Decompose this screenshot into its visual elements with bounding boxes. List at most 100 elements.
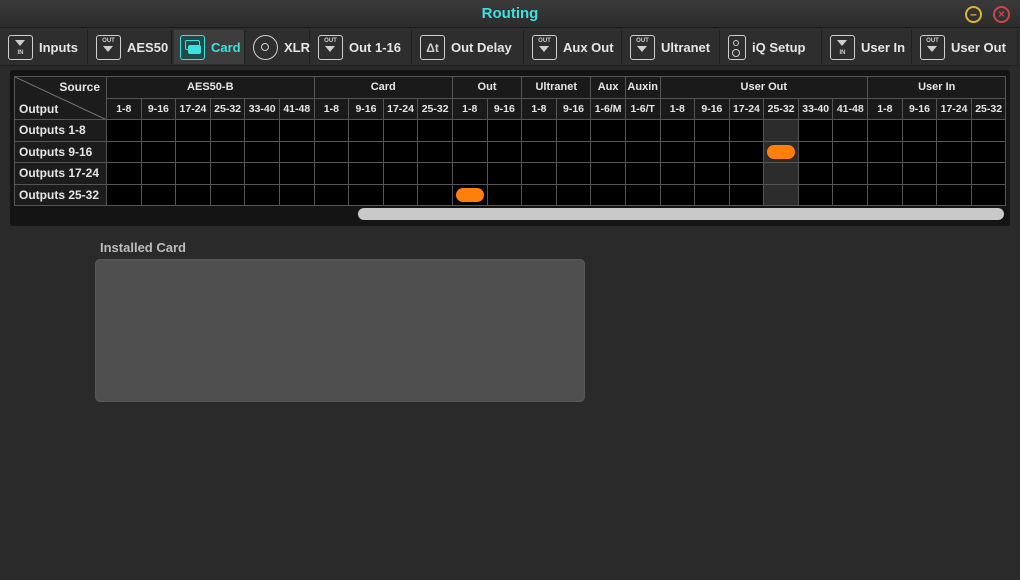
tab-out-delay[interactable]: Δt Out Delay bbox=[414, 30, 524, 64]
routing-cell[interactable] bbox=[140, 183, 177, 206]
routing-cell[interactable] bbox=[728, 119, 765, 142]
routing-cell[interactable] bbox=[728, 162, 765, 185]
horizontal-scrollbar[interactable] bbox=[358, 208, 1004, 220]
routing-cell[interactable] bbox=[624, 140, 661, 163]
routing-cell[interactable] bbox=[936, 162, 972, 185]
routing-cell[interactable] bbox=[313, 183, 350, 206]
routing-cell[interactable] bbox=[486, 162, 523, 185]
routing-cell[interactable] bbox=[382, 183, 419, 206]
route-active-indicator[interactable] bbox=[767, 144, 796, 159]
routing-cell[interactable] bbox=[555, 162, 592, 185]
routing-cell[interactable] bbox=[659, 140, 696, 163]
routing-cell[interactable] bbox=[797, 183, 834, 206]
routing-cell[interactable] bbox=[867, 119, 903, 142]
tab-aes50[interactable]: OUT AES50 bbox=[90, 30, 172, 64]
routing-cell[interactable] bbox=[901, 119, 938, 142]
tab-xlr[interactable]: XLR bbox=[247, 30, 310, 64]
routing-cell[interactable] bbox=[797, 162, 834, 185]
routing-cell[interactable] bbox=[970, 140, 1007, 163]
routing-cell[interactable] bbox=[313, 119, 350, 142]
routing-cell[interactable] bbox=[348, 119, 384, 142]
routing-cell[interactable] bbox=[244, 119, 280, 142]
routing-cell[interactable] bbox=[209, 140, 246, 163]
routing-cell[interactable] bbox=[244, 162, 280, 185]
routing-cell[interactable] bbox=[970, 162, 1007, 185]
routing-cell[interactable] bbox=[763, 162, 799, 185]
routing-cell[interactable] bbox=[348, 183, 384, 206]
routing-cell[interactable] bbox=[417, 183, 453, 206]
tab-aux-out[interactable]: OUT Aux Out bbox=[526, 30, 622, 64]
routing-cell[interactable] bbox=[832, 140, 869, 163]
routing-cell[interactable] bbox=[728, 140, 765, 163]
routing-cell[interactable] bbox=[694, 183, 730, 206]
tab-ultranet[interactable]: OUT Ultranet bbox=[624, 30, 720, 64]
routing-cell[interactable] bbox=[936, 119, 972, 142]
tab-out-1-16[interactable]: OUT Out 1-16 bbox=[312, 30, 412, 64]
routing-cell[interactable] bbox=[901, 140, 938, 163]
tab-card[interactable]: Card bbox=[174, 30, 245, 64]
routing-cell[interactable] bbox=[140, 162, 177, 185]
routing-cell[interactable] bbox=[694, 140, 730, 163]
routing-cell[interactable] bbox=[832, 119, 869, 142]
routing-cell[interactable] bbox=[901, 162, 938, 185]
routing-cell[interactable] bbox=[106, 162, 142, 185]
routing-cell[interactable] bbox=[451, 183, 488, 206]
routing-cell[interactable] bbox=[624, 162, 661, 185]
routing-cell[interactable] bbox=[728, 183, 765, 206]
routing-cell[interactable] bbox=[659, 162, 696, 185]
routing-cell[interactable] bbox=[797, 119, 834, 142]
routing-cell[interactable] bbox=[521, 119, 557, 142]
routing-cell[interactable] bbox=[867, 140, 903, 163]
routing-cell[interactable] bbox=[970, 119, 1007, 142]
routing-cell[interactable] bbox=[486, 119, 523, 142]
routing-cell[interactable] bbox=[278, 183, 315, 206]
routing-cell[interactable] bbox=[486, 140, 523, 163]
routing-cell[interactable] bbox=[590, 162, 626, 185]
routing-cell[interactable] bbox=[382, 140, 419, 163]
routing-cell[interactable] bbox=[175, 140, 211, 163]
routing-cell[interactable] bbox=[348, 140, 384, 163]
routing-cell[interactable] bbox=[313, 162, 350, 185]
routing-cell[interactable] bbox=[382, 162, 419, 185]
routing-cell[interactable] bbox=[209, 162, 246, 185]
routing-cell[interactable] bbox=[140, 140, 177, 163]
routing-cell[interactable] bbox=[451, 140, 488, 163]
routing-cell[interactable] bbox=[175, 162, 211, 185]
routing-cell[interactable] bbox=[486, 183, 523, 206]
routing-cell[interactable] bbox=[694, 162, 730, 185]
routing-cell[interactable] bbox=[521, 140, 557, 163]
routing-cell[interactable] bbox=[763, 119, 799, 142]
routing-cell[interactable] bbox=[521, 183, 557, 206]
routing-cell[interactable] bbox=[106, 183, 142, 206]
routing-cell[interactable] bbox=[590, 119, 626, 142]
routing-cell[interactable] bbox=[694, 119, 730, 142]
routing-cell[interactable] bbox=[970, 183, 1007, 206]
routing-cell[interactable] bbox=[936, 183, 972, 206]
routing-cell[interactable] bbox=[867, 162, 903, 185]
routing-cell[interactable] bbox=[555, 119, 592, 142]
routing-cell[interactable] bbox=[659, 119, 696, 142]
routing-cell[interactable] bbox=[244, 140, 280, 163]
routing-cell[interactable] bbox=[140, 119, 177, 142]
routing-cell[interactable] bbox=[417, 119, 453, 142]
routing-cell[interactable] bbox=[451, 119, 488, 142]
routing-cell[interactable] bbox=[797, 140, 834, 163]
routing-cell[interactable] bbox=[832, 183, 869, 206]
routing-cell[interactable] bbox=[936, 140, 972, 163]
close-button[interactable]: × bbox=[993, 6, 1010, 23]
routing-cell[interactable] bbox=[417, 140, 453, 163]
routing-cell[interactable] bbox=[278, 119, 315, 142]
routing-cell[interactable] bbox=[555, 183, 592, 206]
tab-iq-setup[interactable]: iQ Setup bbox=[722, 30, 822, 64]
routing-cell[interactable] bbox=[175, 183, 211, 206]
scrollbar-thumb[interactable] bbox=[358, 208, 1004, 220]
routing-cell[interactable] bbox=[348, 162, 384, 185]
route-active-indicator[interactable] bbox=[455, 187, 484, 202]
routing-cell[interactable] bbox=[763, 140, 799, 163]
routing-cell[interactable] bbox=[278, 162, 315, 185]
routing-cell[interactable] bbox=[209, 183, 246, 206]
routing-cell[interactable] bbox=[901, 183, 938, 206]
routing-cell[interactable] bbox=[278, 140, 315, 163]
routing-cell[interactable] bbox=[521, 162, 557, 185]
routing-cell[interactable] bbox=[106, 140, 142, 163]
